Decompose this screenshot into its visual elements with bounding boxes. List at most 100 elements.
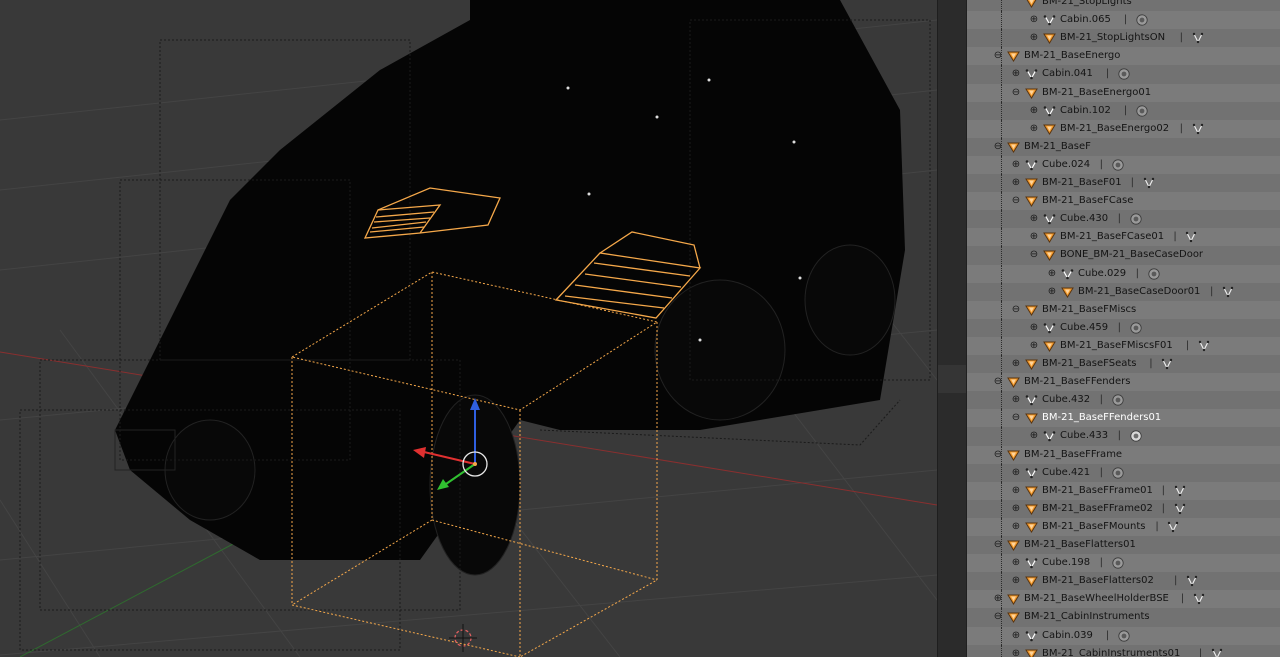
expand-icon[interactable]: ⊕ — [1047, 283, 1057, 301]
outliner-row[interactable]: ⊖ BM-21_BaseEnergo — [967, 47, 1280, 66]
expand-icon[interactable]: ⊕ — [1011, 482, 1021, 500]
panel-divider[interactable] — [937, 0, 967, 657]
outliner-item-label[interactable]: BM-21_BaseEnergo02 — [1060, 120, 1169, 138]
outliner-row[interactable]: ⊖ BONE_BM-21_BaseCaseDoor — [967, 246, 1280, 265]
material-icon[interactable] — [1111, 159, 1124, 171]
outliner-row[interactable]: ⊕ BM-21_BaseFFrame02 | — [967, 499, 1280, 518]
expand-icon[interactable]: ⊕ — [1011, 627, 1021, 645]
expand-icon[interactable]: ⊕ — [1029, 210, 1039, 228]
outliner-item-label[interactable]: BONE_BM-21_BaseCaseDoor — [1060, 246, 1203, 264]
outliner-item-label[interactable]: BM-21_BaseFMiscsF01 — [1060, 337, 1173, 355]
outliner-row[interactable]: ⊖ BM-21_BaseFFenders — [967, 373, 1280, 392]
outliner-item-label[interactable]: BM-21_BaseFMounts — [1042, 518, 1145, 536]
collapse-icon[interactable]: ⊖ — [993, 536, 1003, 554]
outliner-row[interactable]: ⊖ BM-21_BaseFlatters01 — [967, 536, 1280, 554]
mesh-data-icon[interactable] — [1167, 521, 1179, 533]
outliner-item-label[interactable]: Cube.421 — [1042, 464, 1090, 482]
outliner-item-label[interactable]: BM-21_BaseFlatters02 — [1042, 572, 1154, 590]
outliner-row[interactable]: ⊖ BM-21_BaseFCase — [967, 192, 1280, 211]
collapse-icon[interactable]: ⊖ — [993, 608, 1003, 626]
region-toggle-tab[interactable] — [938, 365, 967, 393]
expand-icon[interactable]: ⊕ — [1029, 102, 1039, 120]
expand-icon[interactable]: ⊕ — [1029, 337, 1039, 355]
outliner-item-label[interactable]: Cabin.102 — [1060, 102, 1111, 120]
outliner-row[interactable]: BM-21_StopLights — [967, 0, 1280, 11]
expand-icon[interactable]: ⊕ — [1011, 500, 1021, 518]
collapse-icon[interactable]: ⊖ — [993, 446, 1003, 464]
outliner-item-label[interactable]: BM-21_BaseFSeats — [1042, 355, 1137, 373]
outliner-row[interactable]: ⊖ BM-21_BaseFMiscs — [967, 300, 1280, 319]
outliner-row[interactable]: ⊕ BM-21_BaseCaseDoor01 | — [967, 282, 1280, 301]
expand-icon[interactable]: ⊕ — [1029, 427, 1039, 445]
expand-icon[interactable]: ⊕ — [1029, 319, 1039, 337]
outliner-item-label[interactable]: Cabin.065 — [1060, 11, 1111, 29]
material-icon[interactable] — [1111, 557, 1124, 569]
outliner-item-label[interactable]: BM-21_BaseFFrame01 — [1042, 482, 1153, 500]
outliner-row[interactable]: ⊕ BM-21_BaseWheelHolderBSE | — [967, 590, 1280, 609]
collapse-icon[interactable]: ⊖ — [993, 373, 1003, 391]
outliner-row[interactable]: ⊕ BM-21_BaseFCase01 | — [967, 228, 1280, 247]
outliner-item-label[interactable]: BM-21_BaseFMiscs — [1042, 301, 1136, 319]
mesh-data-icon[interactable] — [1198, 340, 1210, 352]
outliner-item-label[interactable]: BM-21_BaseFCase01 — [1060, 228, 1164, 246]
collapse-icon[interactable]: ⊖ — [1011, 192, 1021, 210]
expand-icon[interactable]: ⊕ — [1011, 518, 1021, 536]
mesh-data-icon[interactable] — [1143, 177, 1155, 189]
3d-cursor-icon[interactable] — [449, 624, 477, 652]
outliner-row[interactable]: ⊕ Cube.432 | — [967, 391, 1280, 410]
material-icon[interactable] — [1111, 394, 1124, 406]
outliner-item-label[interactable]: Cube.024 — [1042, 156, 1090, 174]
expand-icon[interactable]: ⊕ — [1047, 265, 1057, 283]
outliner-row[interactable]: ⊕ BM-21_BaseEnergo02 | — [967, 119, 1280, 138]
outliner-item-label[interactable]: Cabin.041 — [1042, 65, 1093, 83]
outliner-item-label[interactable]: Cube.029 — [1078, 265, 1126, 283]
collapse-icon[interactable]: ⊖ — [1011, 84, 1021, 102]
mesh-data-icon[interactable] — [1192, 32, 1204, 44]
outliner-row[interactable]: ⊕ Cabin.039 | — [967, 626, 1280, 645]
outliner-row[interactable]: ⊕ BM-21_StopLightsON | — [967, 29, 1280, 48]
outliner-row[interactable]: ⊕ Cabin.102 | — [967, 101, 1280, 120]
outliner-panel[interactable]: BM-21_StopLights ⊕ Cabin.065 | ⊕ BM-21_StopLi… — [966, 0, 1280, 657]
outliner-row[interactable]: ⊕ BM-21_BaseFSeats | — [967, 355, 1280, 373]
outliner-item-label[interactable]: Cube.432 — [1042, 391, 1090, 409]
expand-icon[interactable]: ⊕ — [1011, 645, 1021, 657]
expand-icon[interactable]: ⊕ — [1011, 554, 1021, 572]
outliner-row[interactable]: ⊖ BM-21_BaseEnergo01 — [967, 83, 1280, 102]
outliner-item-label[interactable]: BM-21_CabinInstruments01 — [1042, 645, 1180, 657]
expand-icon[interactable]: ⊕ — [993, 590, 1003, 608]
collapse-icon[interactable]: ⊖ — [993, 138, 1003, 156]
expand-icon[interactable]: ⊕ — [1029, 29, 1039, 47]
outliner-row[interactable]: ⊕ Cube.198 | — [967, 554, 1280, 573]
outliner-row[interactable]: ⊕ Cabin.041 | — [967, 65, 1280, 84]
outliner-row[interactable]: ⊕ BM-21_BaseFlatters02 | — [967, 572, 1280, 591]
outliner-item-label[interactable]: BM-21_BaseEnergo — [1024, 47, 1120, 65]
outliner-row[interactable]: ⊖ BM-21_BaseFFrame — [967, 445, 1280, 464]
mesh-data-icon[interactable] — [1222, 286, 1234, 298]
collapse-icon[interactable]: ⊖ — [1011, 301, 1021, 319]
outliner-item-label[interactable]: Cube.433 — [1060, 427, 1108, 445]
outliner-row[interactable]: ⊕ Cube.430 | — [967, 210, 1280, 229]
material-icon[interactable] — [1136, 104, 1148, 117]
outliner-item-label[interactable]: Cube.430 — [1060, 210, 1108, 228]
expand-icon[interactable]: ⊕ — [1011, 391, 1021, 409]
mesh-data-icon[interactable] — [1161, 358, 1173, 370]
expand-icon[interactable]: ⊕ — [1029, 120, 1039, 138]
outliner-item-label[interactable]: BM-21_BaseFFrame — [1024, 446, 1122, 464]
expand-icon[interactable]: ⊕ — [1011, 156, 1021, 174]
outliner-item-label[interactable]: BM-21_BaseFFenders — [1024, 373, 1130, 391]
outliner-row[interactable]: ⊕ Cube.421 | — [967, 463, 1280, 482]
material-icon[interactable] — [1111, 466, 1124, 479]
3d-viewport[interactable] — [0, 0, 937, 657]
expand-icon[interactable]: ⊕ — [1011, 65, 1021, 83]
outliner-row[interactable]: ⊕ Cube.024 | — [967, 155, 1280, 174]
outliner-item-label[interactable]: BM-21_BaseFFenders01 — [1042, 409, 1161, 427]
material-icon[interactable] — [1136, 14, 1148, 26]
expand-icon[interactable]: ⊕ — [1029, 11, 1039, 29]
outliner-row[interactable]: ⊕ BM-21_BaseFMiscsF01 | — [967, 336, 1280, 355]
outliner-row[interactable]: ⊖ BM-21_CabinInstruments — [967, 608, 1280, 627]
outliner-row[interactable]: ⊕ Cabin.065 | — [967, 11, 1280, 30]
outliner-item-label[interactable]: BM-21_StopLights — [1042, 0, 1132, 11]
mesh-data-icon[interactable] — [1192, 123, 1204, 135]
outliner-row[interactable]: ⊕ BM-21_BaseFFrame01 | — [967, 481, 1280, 500]
expand-icon[interactable]: ⊕ — [1011, 355, 1021, 373]
